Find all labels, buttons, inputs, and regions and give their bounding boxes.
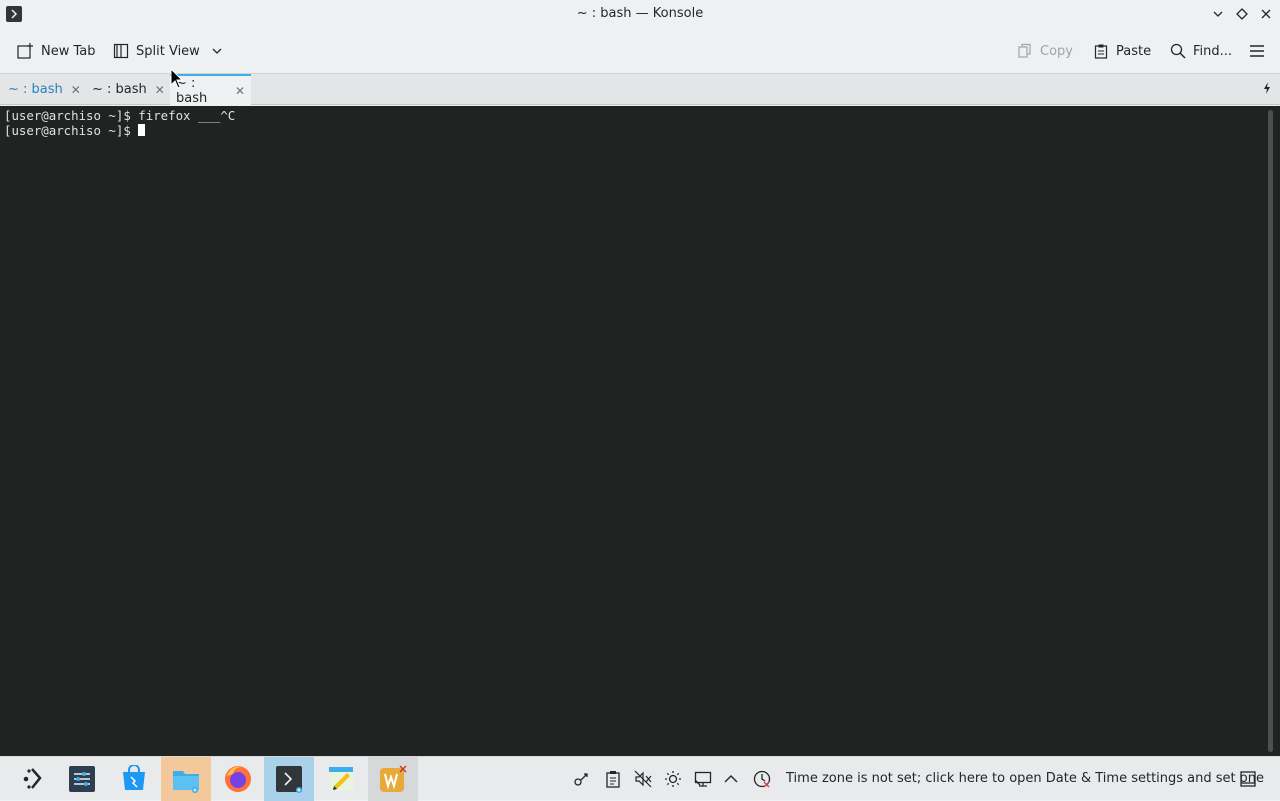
terminal-output: [user@archiso ~]$ firefox ___^C [user@arc…	[4, 108, 235, 138]
application-launcher-icon[interactable]	[8, 757, 58, 801]
show-desktop-icon[interactable]	[1238, 769, 1258, 789]
terminal-line: [user@archiso ~]$ firefox ___^C	[4, 108, 236, 123]
brightness-icon[interactable]	[663, 769, 683, 789]
tab-options-icon[interactable]	[1262, 81, 1272, 98]
search-icon	[1170, 43, 1186, 59]
copy-icon	[1018, 43, 1031, 58]
chevron-down-icon	[212, 48, 222, 54]
kate-icon[interactable]	[316, 757, 366, 801]
tab-bash-1[interactable]: ~ : bash ✕	[2, 74, 87, 105]
new-tab-button[interactable]: New Tab	[16, 39, 96, 63]
chevron-up-icon[interactable]	[721, 769, 741, 789]
kde-connect-icon[interactable]	[572, 769, 592, 789]
close-window-button[interactable]	[1258, 6, 1274, 22]
find-button[interactable]: Find...	[1170, 39, 1232, 63]
tab-label: ~ : bash	[92, 82, 147, 97]
wps-writer-icon[interactable]	[368, 757, 418, 801]
konsole-icon[interactable]	[264, 757, 314, 801]
window-titlebar: ~ : bash — Konsole	[0, 0, 1280, 29]
clipboard-icon[interactable]	[603, 769, 623, 789]
discover-icon[interactable]	[109, 757, 159, 801]
new-tab-label: New Tab	[41, 43, 96, 59]
hamburger-menu-icon	[1250, 45, 1264, 57]
hamburger-menu-button[interactable]	[1249, 39, 1265, 63]
paste-label: Paste	[1116, 43, 1152, 59]
terminal-line-current: [user@archiso ~]$	[4, 123, 235, 138]
minimize-button[interactable]	[1210, 6, 1226, 22]
copy-button[interactable]: Copy	[1017, 39, 1073, 63]
paste-button[interactable]: Paste	[1093, 39, 1151, 63]
main-toolbar: New Tab Split View Copy Paste Find...	[0, 29, 1280, 73]
diamond-icon	[1236, 8, 1248, 20]
window-title: ~ : bash — Konsole	[576, 6, 704, 21]
split-view-label: Split View	[136, 43, 200, 59]
tab-bar: ~ : bash ✕ ~ : bash ✕ ~ : bash ✕	[0, 73, 1280, 106]
terminal-cursor	[138, 124, 146, 136]
system-settings-icon[interactable]	[57, 757, 107, 801]
close-icon	[1261, 9, 1271, 19]
terminal-scrollbar[interactable]	[1268, 110, 1273, 752]
tab-label: ~ : bash	[8, 82, 63, 97]
terminal-prompt: [user@archiso ~]$	[4, 123, 139, 138]
split-view-icon	[113, 43, 129, 59]
close-tab-icon[interactable]: ✕	[71, 83, 81, 97]
new-tab-icon	[17, 43, 33, 59]
timezone-notice[interactable]: Time zone is not set; click here to open…	[786, 771, 1264, 786]
firefox-icon[interactable]	[213, 757, 263, 801]
taskbar: Time zone is not set; click here to open…	[0, 756, 1280, 801]
close-tab-icon[interactable]: ✕	[235, 84, 245, 98]
volume-muted-icon[interactable]	[633, 769, 653, 789]
chevron-down-icon	[1213, 11, 1223, 17]
terminal-view[interactable]: [user@archiso ~]$ firefox ___^C [user@arc…	[0, 106, 1280, 756]
maximize-button[interactable]	[1234, 6, 1250, 22]
network-wired-icon[interactable]	[693, 769, 713, 789]
find-label: Find...	[1193, 43, 1233, 59]
mouse-pointer-icon	[170, 67, 184, 94]
dolphin-icon[interactable]	[161, 757, 211, 801]
close-tab-icon[interactable]: ✕	[155, 83, 165, 97]
copy-label: Copy	[1040, 43, 1073, 59]
split-view-button[interactable]: Split View	[113, 39, 223, 63]
tab-bash-2[interactable]: ~ : bash ✕	[86, 74, 171, 105]
paste-icon	[1094, 44, 1108, 59]
clock-warning-icon[interactable]	[752, 769, 772, 789]
